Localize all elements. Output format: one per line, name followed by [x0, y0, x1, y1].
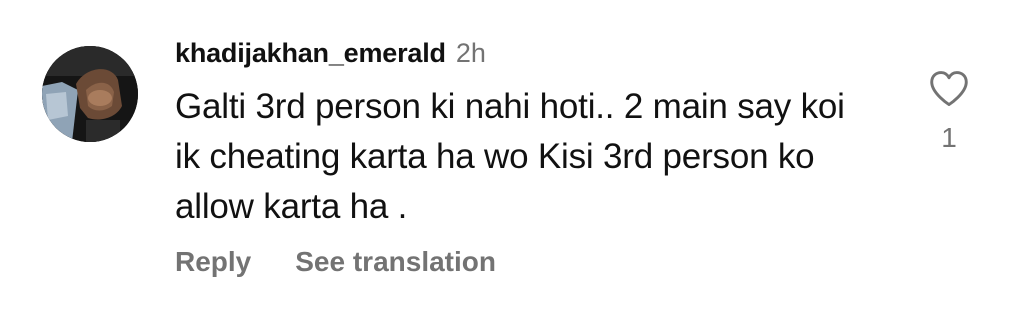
username[interactable]: khadijakhan_emerald	[175, 38, 446, 69]
heart-outline-icon[interactable]	[928, 70, 970, 108]
reply-button[interactable]: Reply	[175, 246, 251, 278]
like-count: 1	[941, 122, 957, 153]
avatar-photo	[42, 46, 138, 142]
comment-item: khadijakhan_emerald 2h Galti 3rd person …	[0, 0, 1024, 311]
timestamp: 2h	[455, 38, 486, 68]
comment-text: Galti 3rd person ki nahi hoti.. 2 main s…	[175, 87, 845, 226]
avatar[interactable]	[42, 46, 138, 142]
see-translation-button[interactable]: See translation	[295, 246, 496, 278]
like-control: 1	[926, 70, 972, 162]
